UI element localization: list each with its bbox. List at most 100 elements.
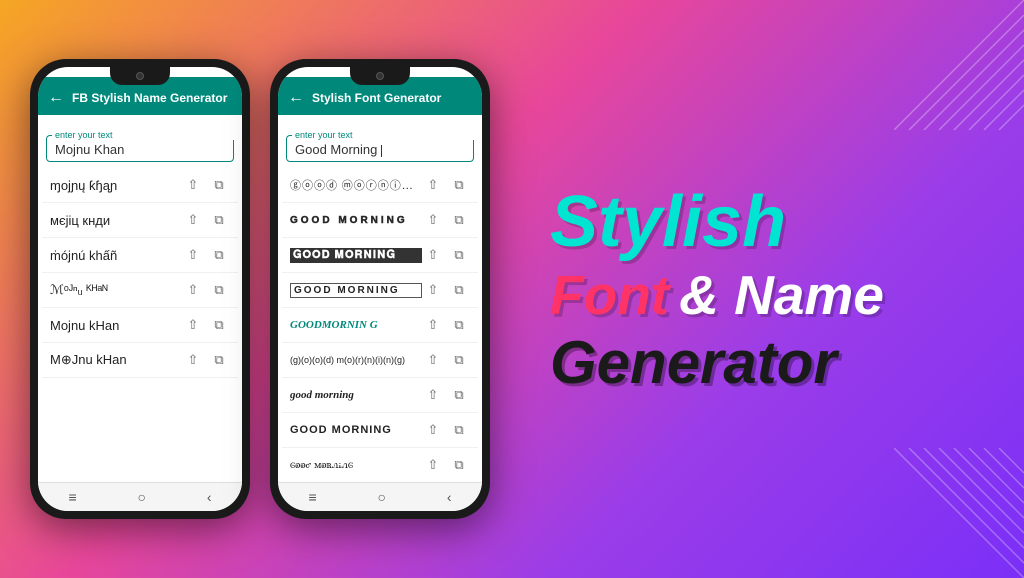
share-icon[interactable]: ⇧ [422, 314, 444, 336]
list-item: M⊕Jnu kHan ⇧ ⧉ [42, 343, 238, 378]
share-icon[interactable]: ⇧ [182, 209, 204, 231]
font-actions: ⇧ ⧉ [422, 279, 470, 301]
copy-icon[interactable]: ⧉ [448, 174, 470, 196]
app-title-2: Stylish Font Generator [312, 91, 441, 105]
font-text: GOOD MORNING [290, 283, 422, 298]
bottom-nav-2: ≡ ○ ‹ [278, 482, 482, 511]
copy-icon[interactable]: ⧉ [448, 209, 470, 231]
list-item: GOODMORNIN G ⇧ ⧉ [282, 308, 478, 343]
home-button-2[interactable]: ○ [378, 489, 386, 505]
font-actions: ⇧ ⧉ [422, 174, 470, 196]
phone-screen-2: ← Stylish Font Generator enter your text… [278, 67, 482, 511]
camera-1 [136, 72, 144, 80]
font-actions: ⇧ ⧉ [182, 244, 230, 266]
brand-stylish: Stylish [550, 186, 786, 258]
font-text: Mojnu kHan [50, 318, 182, 333]
font-text: мєjiц кнди [50, 213, 182, 228]
list-item: GOOD MORNING ⇧ ⧉ [282, 413, 478, 448]
share-icon[interactable]: ⇧ [422, 454, 444, 476]
font-text: good morning [290, 389, 422, 401]
font-actions: ⇧ ⧉ [182, 314, 230, 336]
list-item: GOOD MORNING ⇧ ⧉ [282, 273, 478, 308]
copy-icon[interactable]: ⧉ [208, 349, 230, 371]
font-text: ꮆꭷꭷꮄ ꮇꭷꮢꮑꭵꮑꮆ [290, 459, 422, 472]
list-item: GOOD MORNING ⇧ ⧉ [282, 203, 478, 238]
list-item: ɱojɲų ƙɧąɲ ⇧ ⧉ [42, 168, 238, 203]
copy-icon[interactable]: ⧉ [208, 314, 230, 336]
font-text: ṁójnú khấñ [50, 248, 182, 263]
font-text: ɱojɲų ƙɧąɲ [50, 178, 182, 193]
brand-and-name: & Name [679, 268, 884, 323]
camera-notch-2 [350, 67, 410, 85]
list-item: ṁójnú khấñ ⇧ ⧉ [42, 238, 238, 273]
font-actions: ⇧ ⧉ [182, 174, 230, 196]
back-button-2[interactable]: ← [288, 89, 304, 107]
font-actions: ⇧ ⧉ [422, 454, 470, 476]
share-icon[interactable]: ⇧ [422, 209, 444, 231]
list-item: ⓖⓞⓞⓓ ⓜⓞⓡⓝⓘⓝⓖ ⇧ ⧉ [282, 168, 478, 203]
copy-icon[interactable]: ⧉ [448, 349, 470, 371]
font-list-1: ɱojɲų ƙɧąɲ ⇧ ⧉ мєjiц кнди ⇧ ⧉ ṁójnú khấñ [38, 168, 242, 482]
font-actions: ⇧ ⧉ [422, 384, 470, 406]
share-icon[interactable]: ⇧ [422, 244, 444, 266]
list-item: 𝐆𝐎𝐎𝐃 𝐌𝐎𝐑𝐍𝐈𝐍𝐆 ⇧ ⧉ [282, 238, 478, 273]
font-text: 𝐆𝐎𝐎𝐃 𝐌𝐎𝐑𝐍𝐈𝐍𝐆 [290, 248, 422, 263]
list-item: мєjiц кнди ⇧ ⧉ [42, 203, 238, 238]
share-icon[interactable]: ⇧ [182, 244, 204, 266]
share-icon[interactable]: ⇧ [422, 174, 444, 196]
font-actions: ⇧ ⧉ [182, 209, 230, 231]
font-text: ℳᵒᴶⁿᵤ ᴷᴴᵃᴺ [50, 282, 182, 298]
input-label-2: enter your text [292, 130, 474, 140]
font-actions: ⇧ ⧉ [422, 419, 470, 441]
copy-icon[interactable]: ⧉ [208, 174, 230, 196]
app-title-1: FB Stylish Name Generator [72, 91, 227, 105]
share-icon[interactable]: ⇧ [182, 279, 204, 301]
share-icon[interactable]: ⇧ [422, 419, 444, 441]
list-item: ℳᵒᴶⁿᵤ ᴷᴴᵃᴺ ⇧ ⧉ [42, 273, 238, 308]
share-icon[interactable]: ⇧ [422, 279, 444, 301]
list-item: ꮆꭷꭷꮄ ꮇꭷꮢꮑꭵꮑꮆ ⇧ ⧉ [282, 448, 478, 482]
copy-icon[interactable]: ⧉ [448, 314, 470, 336]
copy-icon[interactable]: ⧉ [448, 384, 470, 406]
copy-icon[interactable]: ⧉ [448, 454, 470, 476]
font-text: GOODMORNIN G [290, 319, 422, 331]
list-item: Mojnu kHan ⇧ ⧉ [42, 308, 238, 343]
branding-area: Stylish Font & Name Generator [510, 166, 1024, 413]
share-icon[interactable]: ⇧ [182, 314, 204, 336]
copy-icon[interactable]: ⧉ [208, 209, 230, 231]
brand-font-name-row: Font & Name [550, 268, 884, 323]
back-button-1[interactable]: ← [48, 89, 64, 107]
font-actions: ⇧ ⧉ [422, 244, 470, 266]
phone-1: ← FB Stylish Name Generator enter your t… [30, 59, 250, 519]
input-label-1: enter your text [52, 130, 234, 140]
share-icon[interactable]: ⇧ [422, 349, 444, 371]
font-actions: ⇧ ⧉ [422, 349, 470, 371]
share-icon[interactable]: ⇧ [422, 384, 444, 406]
copy-icon[interactable]: ⧉ [448, 279, 470, 301]
phone-2: ← Stylish Font Generator enter your text… [270, 59, 490, 519]
share-icon[interactable]: ⇧ [182, 349, 204, 371]
menu-button-2[interactable]: ≡ [308, 489, 316, 505]
font-text: (g)(o)(o)(d) m(o)(r)(n)(i)(n)(g) [290, 355, 422, 365]
font-text: GOOD MORNING [290, 424, 422, 436]
camera-2 [376, 72, 384, 80]
list-item: (g)(o)(o)(d) m(o)(r)(n)(i)(n)(g) ⇧ ⧉ [282, 343, 478, 378]
camera-notch-1 [110, 67, 170, 85]
copy-icon[interactable]: ⧉ [448, 419, 470, 441]
font-actions: ⇧ ⧉ [422, 314, 470, 336]
back-nav-button-2[interactable]: ‹ [447, 489, 452, 505]
font-text: M⊕Jnu kHan [50, 352, 182, 368]
home-button-1[interactable]: ○ [138, 489, 146, 505]
copy-icon[interactable]: ⧉ [208, 244, 230, 266]
font-actions: ⇧ ⧉ [182, 349, 230, 371]
font-actions: ⇧ ⧉ [422, 209, 470, 231]
copy-icon[interactable]: ⧉ [208, 279, 230, 301]
font-list-2: ⓖⓞⓞⓓ ⓜⓞⓡⓝⓘⓝⓖ ⇧ ⧉ GOOD MORNING ⇧ ⧉ 𝐆𝐎𝐎𝐃 𝐌… [278, 168, 482, 482]
menu-button-1[interactable]: ≡ [68, 489, 76, 505]
copy-icon[interactable]: ⧉ [448, 244, 470, 266]
back-nav-button-1[interactable]: ‹ [207, 489, 212, 505]
phone-screen-1: ← FB Stylish Name Generator enter your t… [38, 67, 242, 511]
input-area-1: enter your text Mojnu Khan [38, 115, 242, 168]
share-icon[interactable]: ⇧ [182, 174, 204, 196]
brand-font: Font [550, 268, 669, 323]
